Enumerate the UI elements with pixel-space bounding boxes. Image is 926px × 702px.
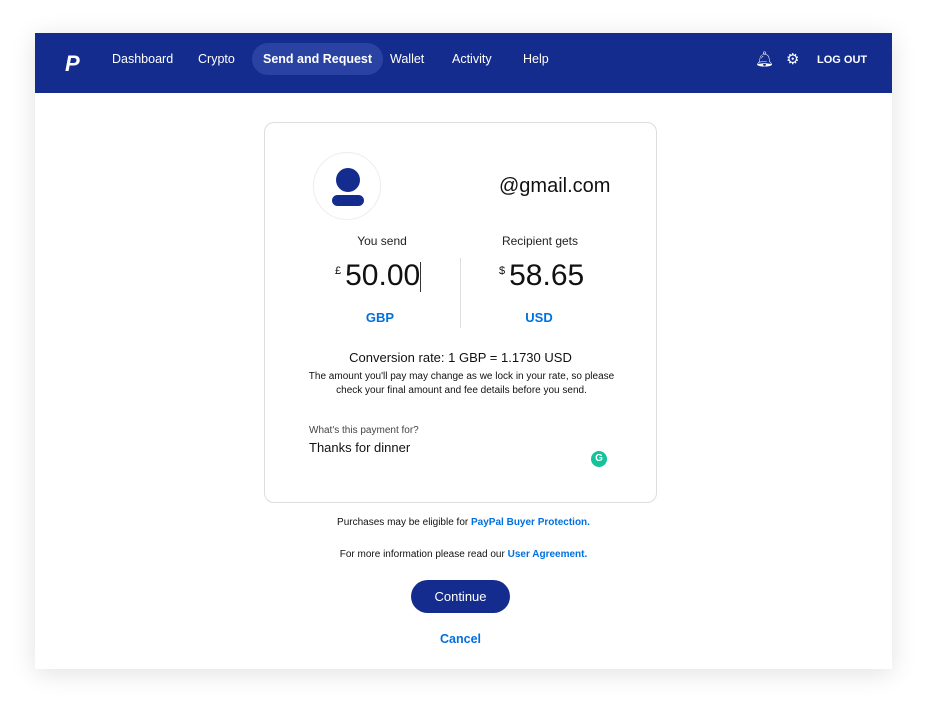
user-icon-head xyxy=(336,168,360,192)
protection-text: Purchases may be eligible for xyxy=(337,517,472,528)
buyer-protection-text: Purchases may be eligible for PayPal Buy… xyxy=(35,517,892,528)
cancel-link[interactable]: Cancel xyxy=(411,632,510,646)
agreement-text: For more information please read our xyxy=(339,549,508,560)
gear-icon[interactable]: ⚙ xyxy=(786,50,799,68)
user-agreement-text: For more information please read our Use… xyxy=(35,549,892,560)
user-agreement-link[interactable]: User Agreement. xyxy=(508,549,588,560)
avatar xyxy=(313,152,381,220)
nav-crypto[interactable]: Crypto xyxy=(187,43,246,75)
bell-icon[interactable]: 🔔︎ xyxy=(755,50,774,68)
recipient-gets-label: Recipient gets xyxy=(501,234,579,248)
nav-send-and-request[interactable]: Send and Request xyxy=(252,43,384,75)
continue-button[interactable]: Continue xyxy=(411,580,510,613)
nav-wallet[interactable]: Wallet xyxy=(379,43,435,75)
recipient-email: @gmail.com xyxy=(499,175,611,197)
app-window: P Dashboard Crypto Send and Request Wall… xyxy=(35,33,892,669)
purpose-input[interactable]: Thanks for dinner xyxy=(309,440,410,455)
send-card: @gmail.com You send Recipient gets £50.0… xyxy=(264,122,657,503)
top-nav: P Dashboard Crypto Send and Request Wall… xyxy=(35,33,892,93)
nav-dashboard[interactable]: Dashboard xyxy=(101,43,184,75)
divider xyxy=(460,258,461,328)
text-cursor xyxy=(420,262,422,293)
user-icon-body xyxy=(332,195,364,206)
nav-help[interactable]: Help xyxy=(512,43,560,75)
send-amount-input[interactable]: £50.00 xyxy=(335,259,422,293)
receive-amount-value: 58.65 xyxy=(509,259,585,292)
buyer-protection-link[interactable]: PayPal Buyer Protection. xyxy=(471,517,590,528)
send-currency-symbol: £ xyxy=(335,265,342,277)
logout-button[interactable]: LOG OUT xyxy=(817,54,867,66)
rate-note: The amount you'll pay may change as we l… xyxy=(308,371,615,396)
you-send-label: You send xyxy=(357,234,407,248)
receive-amount: $58.65 xyxy=(499,259,584,293)
send-amount: 50.00 xyxy=(345,259,421,292)
send-currency-selector[interactable]: GBP xyxy=(305,310,455,325)
grammarly-icon[interactable]: G xyxy=(591,451,607,467)
nav-activity[interactable]: Activity xyxy=(441,43,503,75)
receive-currency-symbol: $ xyxy=(499,265,506,277)
conversion-rate: Conversion rate: 1 GBP = 1.1730 USD xyxy=(349,350,572,365)
receive-currency-selector[interactable]: USD xyxy=(464,310,614,325)
paypal-logo[interactable]: P xyxy=(65,51,87,76)
purpose-label: What's this payment for? xyxy=(309,425,419,436)
